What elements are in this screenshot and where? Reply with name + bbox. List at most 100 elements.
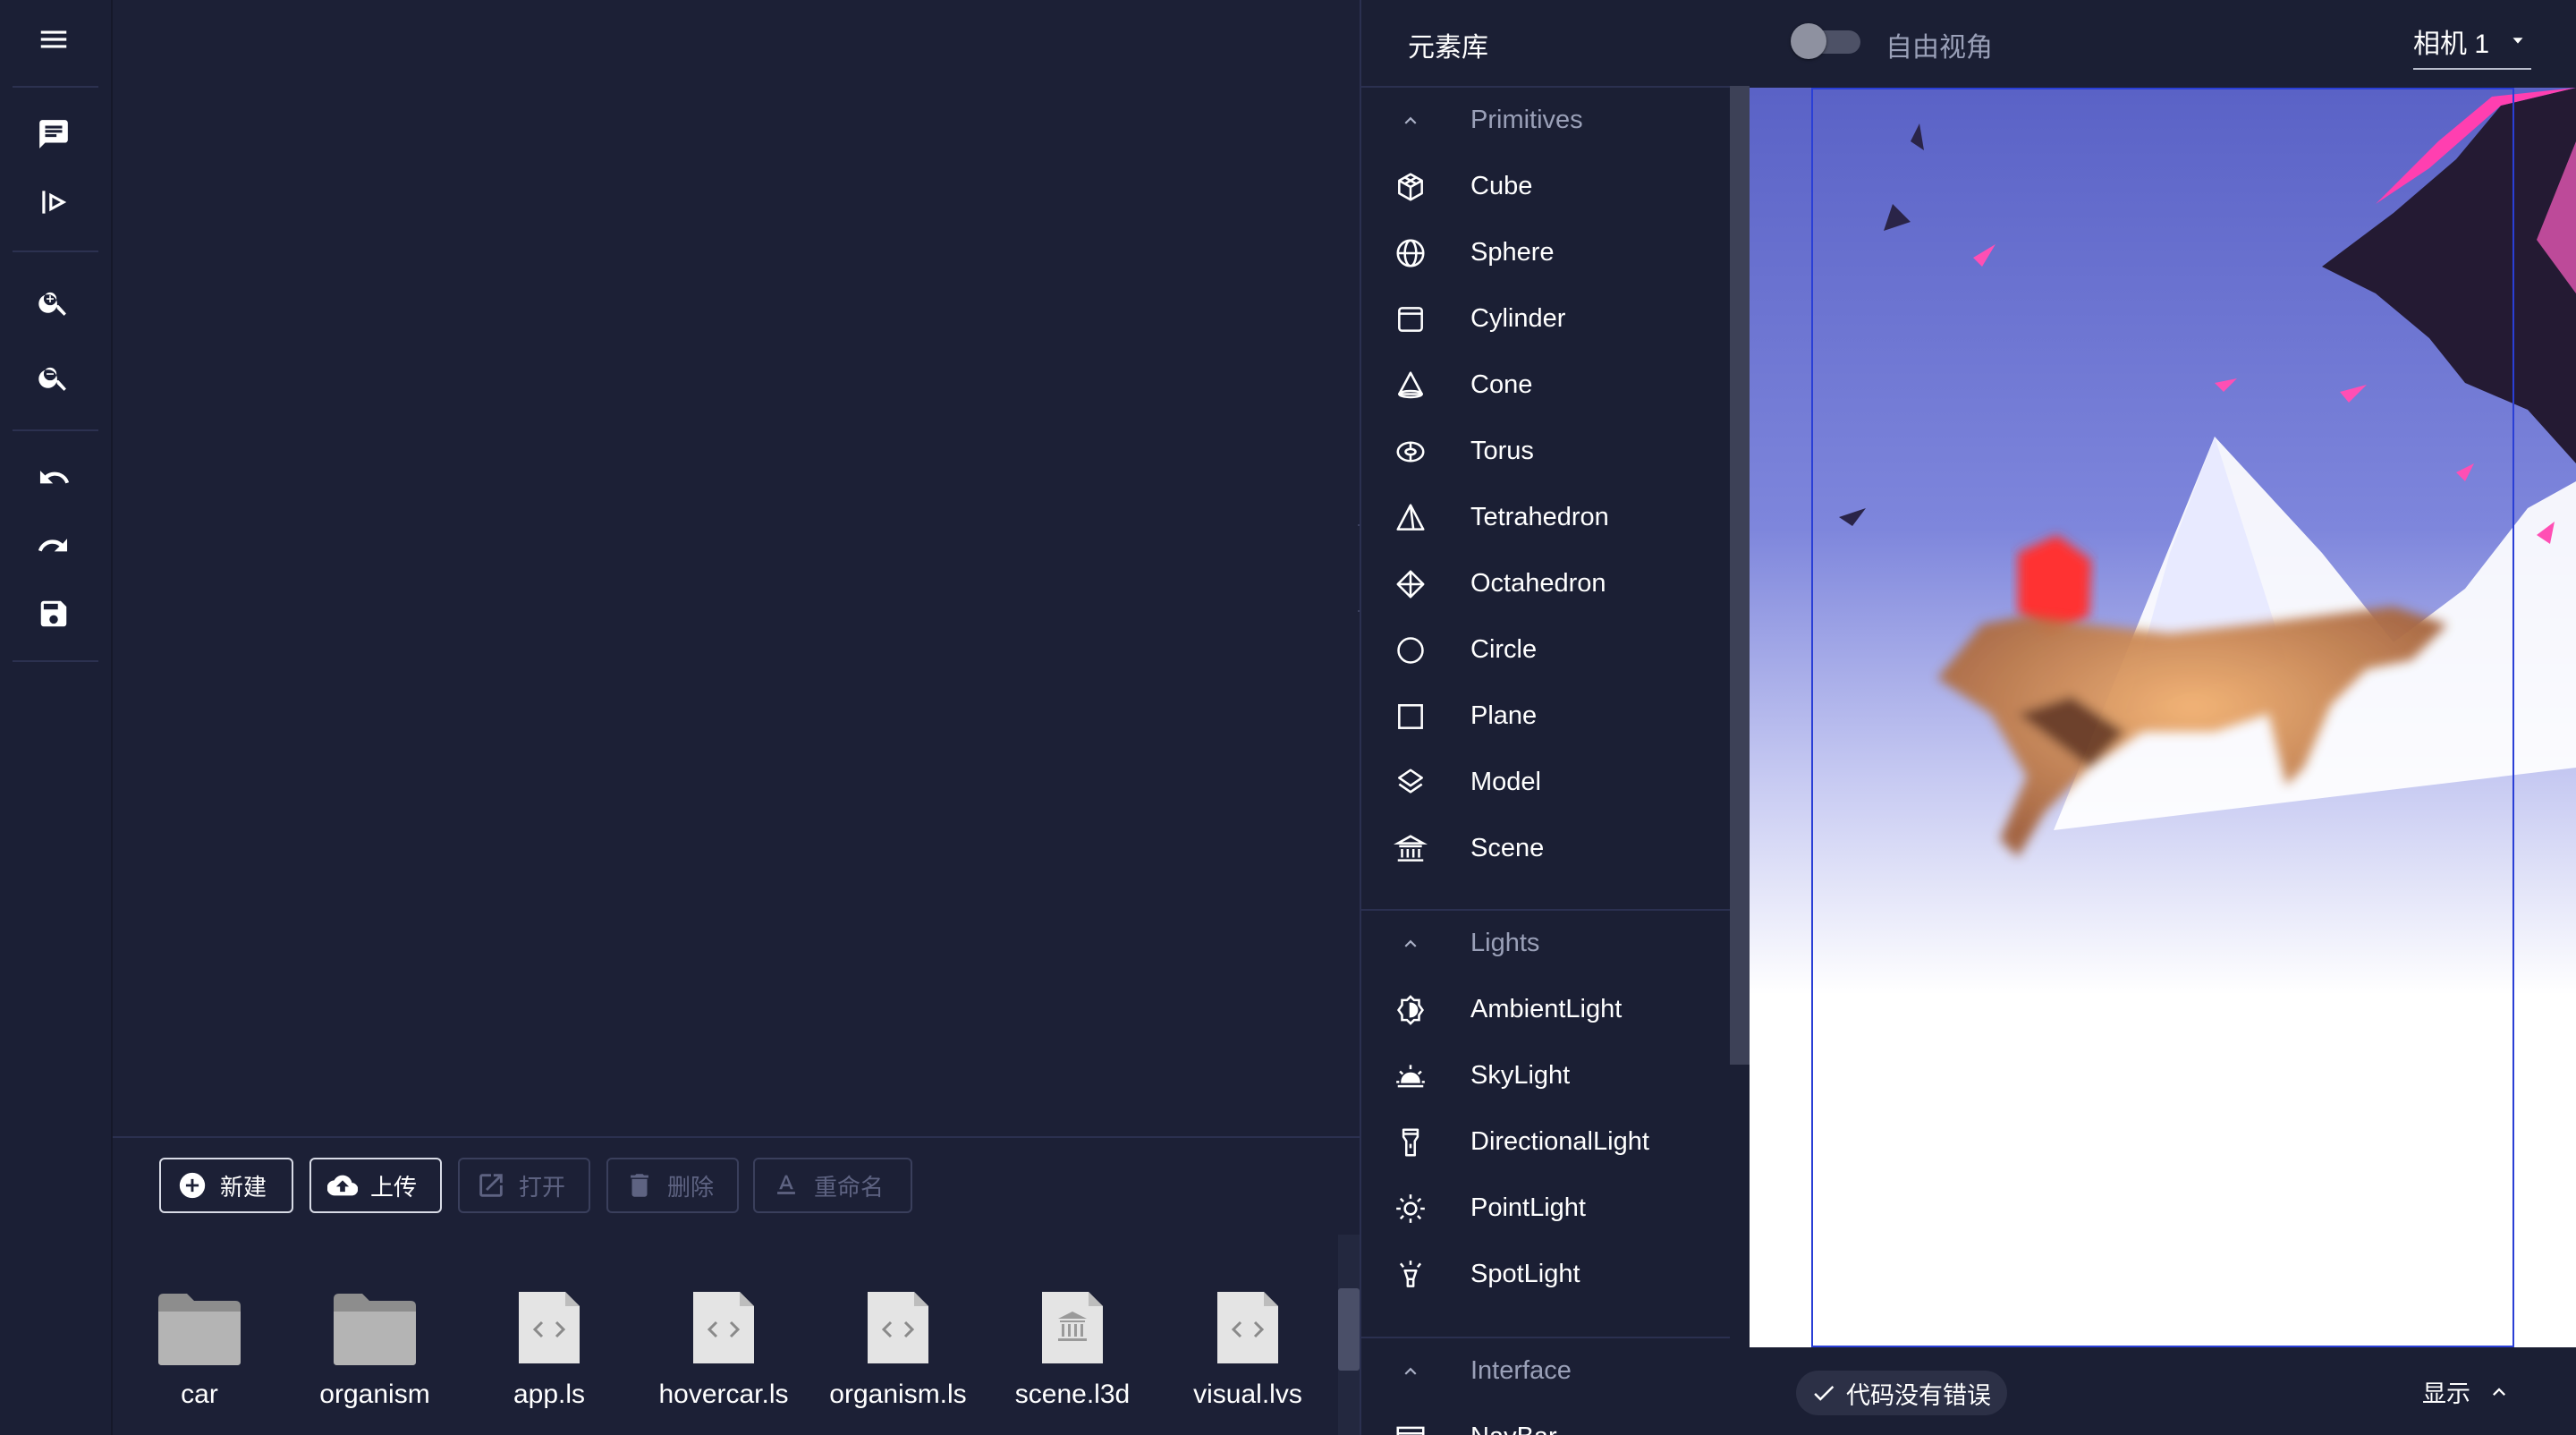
chevron-up-icon [1404,116,1417,124]
section-label: Interface [1470,1356,1572,1385]
library-item-spotlight[interactable]: SpotLight [1361,1242,1730,1308]
file-name: hovercar.ls [658,1380,789,1409]
file-item-app-ls[interactable]: app.ls [464,1285,634,1410]
new-button-label: 新建 [220,1173,267,1201]
chevron-up-icon [2493,1387,2505,1396]
file-item-scene-l3d[interactable]: scene.l3d [987,1285,1157,1410]
file-name: car [181,1380,218,1409]
trash-icon [631,1174,648,1197]
library-item-label: Octahedron [1470,569,1606,598]
file-name: visual.lvs [1193,1380,1302,1409]
section-lights[interactable]: Lights [1361,911,1730,977]
file-item-car[interactable]: car [114,1285,284,1410]
section-primitives[interactable]: Primitives [1361,88,1730,154]
zoom-out-icon [38,367,66,391]
upload-button-label: 上传 [370,1173,418,1201]
camera-select-value: 相机 1 [2413,30,2490,59]
code-file-icon [464,1285,634,1367]
tetrahedron-icon [1396,504,1425,531]
library-item-navbar[interactable]: NavBar [1361,1405,1730,1435]
library-item-label: Torus [1470,437,1534,465]
dropdown-caret-icon [2512,38,2523,44]
save-button[interactable] [27,587,80,641]
file-name: app.ls [513,1380,586,1409]
library-item-cube[interactable]: Cube [1361,154,1730,220]
navbar-icon [1396,1426,1425,1435]
file-item-hovercar-ls[interactable]: hovercar.ls [639,1285,809,1410]
toolbar-divider [13,660,98,662]
library-item-label: DirectionalLight [1470,1127,1649,1156]
library-item-sphere[interactable]: Sphere [1361,220,1730,286]
code-editor[interactable] [113,0,1360,1136]
library-item-tetrahedron[interactable]: Tetrahedron [1361,485,1730,551]
file-item-organism[interactable]: organism [290,1285,460,1410]
library-item-label: Circle [1470,635,1538,664]
library-item-cone[interactable]: Cone [1361,352,1730,419]
chevron-up-icon [1404,1367,1417,1375]
library-item-scene[interactable]: Scene [1361,816,1730,882]
undo-button[interactable] [27,451,80,505]
show-label: 显示 [2422,1380,2470,1407]
rename-icon [777,1175,795,1194]
library-item-cylinder[interactable]: Cylinder [1361,286,1730,352]
library-item-ambientlight[interactable]: AmbientLight [1361,977,1730,1043]
comment-button[interactable] [27,107,80,161]
camera-select[interactable]: 相机 1 [2413,18,2531,70]
section-interface[interactable]: Interface [1361,1338,1730,1405]
upload-button[interactable]: 上传 [309,1158,442,1213]
chevron-up-icon [1404,939,1417,947]
rename-button[interactable]: 重命名 [753,1158,912,1213]
3d-viewport[interactable] [1750,88,2576,1347]
show-panel-toggle[interactable]: 显示 [2422,1374,2512,1409]
file-item-visual-lvs[interactable]: visual.lvs [1163,1285,1333,1410]
sky-light-icon [1396,1065,1425,1088]
run-icon [42,191,67,214]
library-item-octahedron[interactable]: Octahedron [1361,551,1730,617]
run-button[interactable] [27,175,80,229]
circle-icon [1397,637,1424,664]
cloud-upload-icon [327,1175,358,1196]
code-file-icon [639,1285,809,1367]
open-button-label: 打开 [519,1173,566,1201]
library-item-pointlight[interactable]: PointLight [1361,1176,1730,1242]
zoom-in-button[interactable] [27,276,80,329]
menu-button[interactable] [27,13,80,66]
folder-icon [290,1285,460,1367]
file-name: organism [319,1380,430,1409]
open-button[interactable]: 打开 [458,1158,590,1213]
library-item-label: Plane [1470,701,1538,730]
file-panel-scrollbar-thumb[interactable] [1338,1288,1360,1371]
free-view-toggle[interactable] [1791,23,1866,59]
zoom-out-button[interactable] [27,351,80,404]
library-item-label: AmbientLight [1470,995,1623,1023]
library-item-circle[interactable]: Circle [1361,617,1730,684]
file-item-organism-ls[interactable]: organism.ls [813,1285,983,1410]
file-name: organism.ls [829,1380,967,1409]
library-scrollbar-thumb[interactable] [1730,86,1750,1065]
library-item-label: SpotLight [1470,1260,1580,1288]
library-item-label: PointLight [1470,1193,1586,1222]
sphere-icon [1396,239,1425,267]
library-header: 元素库 [1361,0,1750,88]
scene-render [1750,88,2576,1347]
library-item-plane[interactable]: Plane [1361,684,1730,750]
library-item-label: Model [1470,768,1541,796]
library-item-torus[interactable]: Torus [1361,419,1730,485]
directional-light-icon [1402,1128,1419,1157]
library-item-skylight[interactable]: SkyLight [1361,1043,1730,1109]
check-icon [1814,1386,1835,1401]
ambient-light-icon [1396,995,1425,1025]
model-icon [1398,768,1423,794]
section-label: Lights [1470,929,1540,957]
folder-icon [114,1285,284,1367]
library-item-directionallight[interactable]: DirectionalLight [1361,1109,1730,1176]
delete-button-label: 删除 [667,1173,715,1201]
redo-button[interactable] [27,519,80,573]
file-name: scene.l3d [1014,1380,1131,1409]
library-item-model[interactable]: Model [1361,750,1730,816]
save-icon [40,600,67,627]
delete-button[interactable]: 删除 [606,1158,739,1213]
comment-icon [39,120,68,149]
section-label: Primitives [1470,106,1583,134]
new-button[interactable]: 新建 [159,1158,293,1213]
